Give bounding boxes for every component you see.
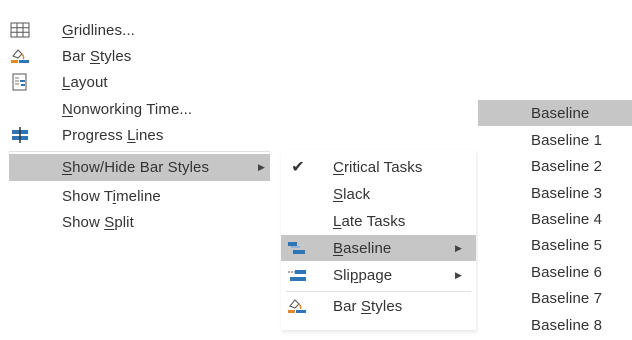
menu-item-late-tasks[interactable]: Late Tasks — [281, 208, 476, 234]
menu-item-baseline-1[interactable]: Baseline 1 — [478, 127, 632, 153]
menu-item-layout[interactable]: Layout — [0, 69, 276, 95]
menu-item-label: Slippage — [333, 266, 393, 284]
menu-item-label: Baseline 3 — [531, 184, 603, 202]
menu-item-baseline-2[interactable]: Baseline 2 — [478, 153, 632, 179]
bar-chart-context-menu: Gridlines... Bar Styles Layout Nonworkin… — [0, 12, 276, 240]
menu-item-show-split[interactable]: Show Split — [0, 209, 276, 235]
menu-item-nonworking-time[interactable]: Nonworking Time... — [0, 96, 276, 122]
menu-item-label: Layout — [62, 73, 108, 91]
slippage-icon — [286, 266, 308, 284]
menu-item-label: Slack — [333, 185, 371, 203]
menu-item-gridlines[interactable]: Gridlines... — [0, 17, 276, 43]
menu-separator — [9, 151, 270, 152]
menu-item-bar-styles[interactable]: Bar Styles — [0, 43, 276, 69]
gridlines-icon — [9, 21, 31, 39]
menu-item-label: Baseline 6 — [531, 263, 603, 281]
submenu-arrow-icon: ▶ — [455, 242, 462, 253]
progress-lines-icon — [9, 126, 31, 144]
menu-item-label: Critical Tasks — [333, 158, 423, 176]
menu-item-baseline-3[interactable]: Baseline 3 — [478, 180, 632, 206]
menu-item-baseline-7[interactable]: Baseline 7 — [478, 285, 632, 311]
menu-separator — [286, 291, 471, 292]
menu-item-show-hide-bar-styles[interactable]: Show/Hide Bar Styles ▶ — [9, 154, 270, 181]
submenu-arrow-icon: ▶ — [258, 162, 265, 172]
menu-item-label: Gridlines... — [62, 21, 135, 39]
menu-item-label: Baseline — [531, 104, 590, 122]
menu-item-label: Baseline 4 — [531, 210, 603, 228]
menu-item-label: Baseline 8 — [531, 316, 603, 334]
menu-item-label: Baseline 7 — [531, 289, 603, 307]
menu-item-label: Baseline 2 — [531, 157, 603, 175]
menu-item-baseline-4[interactable]: Baseline 4 — [478, 206, 632, 232]
menu-item-label: Progress Lines — [62, 126, 164, 144]
menu-item-label: Baseline 1 — [531, 131, 603, 149]
menu-item-critical-tasks[interactable]: ✔ Critical Tasks — [281, 154, 476, 180]
menu-item-label: Show Timeline — [62, 187, 161, 205]
menu-item-slippage[interactable]: Slippage ▶ — [281, 262, 476, 288]
bar-styles-icon — [286, 297, 308, 315]
menu-item-label: Bar Styles — [333, 297, 403, 315]
menu-item-slack[interactable]: Slack — [281, 181, 476, 207]
bar-styles-icon — [9, 47, 31, 65]
show-hide-bar-styles-submenu: ✔ Critical Tasks Slack Late Tasks Baseli… — [281, 150, 476, 330]
menu-item-show-timeline[interactable]: Show Timeline — [0, 183, 276, 209]
layout-icon — [9, 73, 31, 91]
menu-item-progress-lines[interactable]: Progress Lines — [0, 122, 276, 148]
menu-item-baseline-8[interactable]: Baseline 8 — [478, 312, 632, 338]
menu-item-baseline-0[interactable]: Baseline — [478, 100, 632, 126]
menu-item-baseline[interactable]: Baseline ▶ — [281, 235, 476, 261]
menu-item-baseline-6[interactable]: Baseline 6 — [478, 259, 632, 285]
baseline-icon — [286, 239, 308, 257]
menu-item-bar-styles[interactable]: Bar Styles — [281, 293, 476, 319]
menu-item-baseline-5[interactable]: Baseline 5 — [478, 232, 632, 258]
menu-item-label: Baseline — [333, 239, 392, 257]
check-icon: ✔ — [291, 159, 305, 176]
menu-item-label: Bar Styles — [62, 47, 132, 65]
menu-item-label: Show/Hide Bar Styles — [62, 159, 210, 176]
baseline-submenu: Baseline Baseline 1 Baseline 2 Baseline … — [478, 100, 632, 340]
menu-item-label: Late Tasks — [333, 212, 406, 230]
menu-item-label: Baseline 5 — [531, 236, 603, 254]
menu-item-label: Nonworking Time... — [62, 100, 193, 118]
menu-item-label: Show Split — [62, 213, 134, 231]
submenu-arrow-icon: ▶ — [455, 269, 462, 280]
